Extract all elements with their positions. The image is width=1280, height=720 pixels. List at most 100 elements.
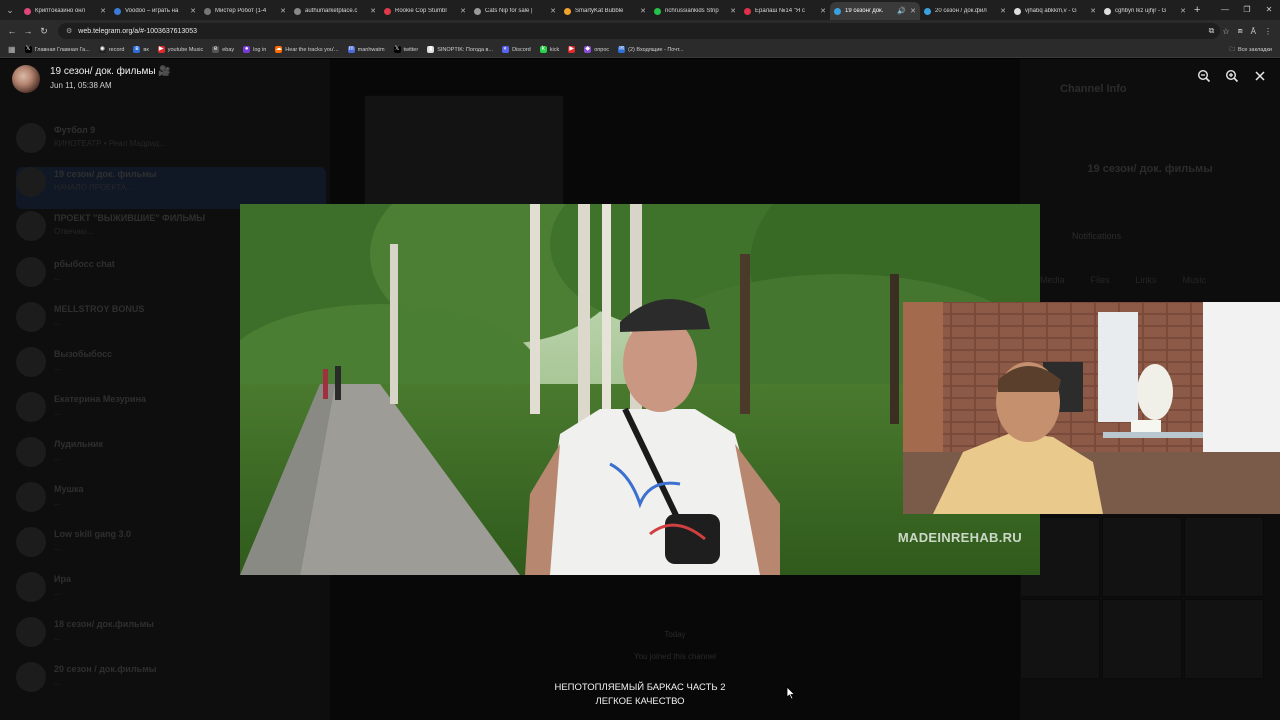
close-tab-icon[interactable]: ✕ <box>1000 7 1006 15</box>
close-tab-icon[interactable]: ✕ <box>460 7 466 15</box>
menu-icon[interactable]: ⋮ <box>1264 27 1272 36</box>
close-tab-icon[interactable]: ✕ <box>550 7 556 15</box>
bookmark-item[interactable]: ◐ Discord <box>502 46 531 53</box>
bookmark-item[interactable]: k kick <box>539 46 559 53</box>
close-tab-icon[interactable]: ✕ <box>280 7 286 15</box>
bookmark-item[interactable]: ▶ youtube Music <box>157 46 203 53</box>
bookmark-label: twitter <box>403 46 419 53</box>
chat-texts: 18 сезон/ док.фильмы... <box>54 617 154 642</box>
reload-icon[interactable]: ↻ <box>36 26 52 37</box>
bookmark-label: опрос <box>594 46 610 53</box>
browser-tab[interactable]: Rookie Cop Stumbl ✕ <box>380 2 470 20</box>
all-bookmarks-button[interactable]: 🗀 Все закладки <box>1229 42 1272 58</box>
chat-title: Екатерина Мезурина <box>54 394 147 404</box>
bookmark-star-icon[interactable]: ☆ <box>1222 27 1229 36</box>
media-thumb <box>1184 599 1264 679</box>
chat-preview: ... <box>54 408 61 417</box>
chat-preview: ... <box>54 273 61 282</box>
chat-preview: ... <box>54 633 61 642</box>
browser-tab[interactable]: richrussiankids Strip ✕ <box>650 2 740 20</box>
login-icon: ● <box>243 46 251 53</box>
bookmark-label: SINOPTIK: Погода в... <box>437 46 494 53</box>
apps-grid-icon[interactable]: ▦ <box>8 45 16 54</box>
close-tab-icon[interactable]: ✕ <box>910 7 916 15</box>
browser-tab[interactable]: Криптоказино онл ✕ <box>20 2 110 20</box>
close-window-icon[interactable]: ✕ <box>1258 0 1280 20</box>
extensions-icon[interactable]: ⧈ <box>1238 26 1243 36</box>
forward-icon[interactable]: → <box>20 26 36 36</box>
chat-preview: Отвечаю... <box>54 227 94 236</box>
bookmark-item[interactable]: m manhwatm <box>347 46 385 53</box>
tab-title: authumarketplace.c <box>305 8 358 14</box>
close-tab-icon[interactable]: ✕ <box>640 7 646 15</box>
browser-tab[interactable]: SmartyKat Bubble ✕ <box>560 2 650 20</box>
bookmark-item[interactable]: ▶ <box>568 46 576 53</box>
caption-line-1: НЕПОТОПЛЯЕМЫЙ БАРКАС ЧАСТЬ 2 <box>554 682 726 693</box>
background-post-image <box>364 95 564 205</box>
bookmark-item[interactable]: ▮ SINOPTIK: Погода в... <box>427 46 493 53</box>
discord-icon: ◐ <box>502 46 510 53</box>
chat-title: Вызобыбосс <box>54 349 113 359</box>
browser-tab[interactable]: 20 сезон / док.фил ✕ <box>920 2 1010 20</box>
close-tab-icon[interactable]: ✕ <box>100 7 106 15</box>
bookmark-item[interactable]: в вк <box>133 46 149 53</box>
bookmark-item[interactable]: ◉ record <box>98 46 124 53</box>
close-viewer-icon[interactable] <box>1252 69 1268 86</box>
browser-tab[interactable]: Ералаш №14 "Я с ✕ <box>740 2 830 20</box>
browser-tab[interactable]: cghbyn lkz ujhjr - G ✕ <box>1100 2 1190 20</box>
tab-favicon-icon <box>204 7 211 15</box>
tab-favicon-icon <box>1014 7 1021 15</box>
tab-favicon-icon <box>654 7 661 15</box>
chat-texts: ПРОЕКТ "ВЫЖИВШИЕ" ФИЛЬМЫ Отвечаю... <box>54 211 205 236</box>
bookmark-item[interactable]: ✉ (2) Входящие - Почт... <box>618 46 684 53</box>
bookmark-item[interactable]: 𝕏 Главная Главная Га... <box>24 46 90 53</box>
chat-texts: 19 сезон/ док. фильмы НАЧАЛО ПРОЕКТА... <box>54 167 156 192</box>
chat-preview: КИНОТЕАТР • Реал Мадрид... <box>54 139 166 148</box>
channel-info-notifications: Notifications <box>1072 231 1122 241</box>
new-tab-button[interactable]: + <box>1194 4 1200 16</box>
vk-icon: в <box>133 46 141 53</box>
tab-favicon-icon <box>564 7 571 15</box>
bookmark-item[interactable]: ● log in <box>243 46 266 53</box>
browser-tab[interactable]: Мистер Робот (1-4 ✕ <box>200 2 290 20</box>
chat-preview: ... <box>54 588 61 597</box>
bookmark-item[interactable]: 𝕏twitter <box>393 46 419 53</box>
zoom-in-icon[interactable] <box>1224 69 1240 86</box>
close-tab-icon[interactable]: ✕ <box>820 7 826 15</box>
soundcloud-icon: ☁ <box>275 46 283 53</box>
tab-title: SmartyKat Bubble <box>575 8 624 14</box>
browser-tab[interactable]: Voodoo – играть на ✕ <box>110 2 200 20</box>
close-tab-icon[interactable]: ✕ <box>1090 7 1096 15</box>
browser-tab[interactable]: 19 сезон/ док. 🔊 ✕ <box>830 2 920 20</box>
bookmark-item[interactable]: e ebay <box>212 46 234 53</box>
bookmark-item[interactable]: ☁ Hear the tracks you'... <box>275 46 339 53</box>
close-tab-icon[interactable]: ✕ <box>370 7 376 15</box>
site-settings-icon[interactable]: ⚙ <box>66 27 72 35</box>
media-sender-title[interactable]: 19 сезон/ док. фильмы 🎥 <box>50 66 171 77</box>
tab-search-icon[interactable]: ⌄ <box>0 0 20 20</box>
tab-links: Links <box>1135 275 1157 285</box>
close-tab-icon[interactable]: ✕ <box>190 7 196 15</box>
url-field[interactable]: ⚙ web.telegram.org/a/#-1003637613053 <box>58 23 1220 39</box>
window-controls: — ❐ ✕ <box>1214 0 1280 20</box>
media-caption: НЕПОТОПЛЯЕМЫЙ БАРКАС ЧАСТЬ 2 ЛЕГКОЕ КАЧЕ… <box>0 681 1280 709</box>
back-icon[interactable]: ← <box>4 26 20 36</box>
close-tab-icon[interactable]: ✕ <box>1180 7 1186 15</box>
avatar <box>16 123 46 153</box>
speaker-icon[interactable]: 🔊 <box>897 7 906 15</box>
sinoptik-icon: ▮ <box>427 46 435 53</box>
browser-tab[interactable]: authumarketplace.c ✕ <box>290 2 380 20</box>
caption-line-2: ЛЕГКОЕ КАЧЕСТВО <box>595 696 685 707</box>
tab-favicon-icon <box>384 7 391 15</box>
maximize-icon[interactable]: ❐ <box>1236 0 1258 20</box>
close-tab-icon[interactable]: ✕ <box>730 7 736 15</box>
install-app-icon[interactable]: ⧉ <box>1209 26 1215 36</box>
bookmark-item[interactable]: ◆ опрос <box>584 46 609 53</box>
zoom-out-icon[interactable] <box>1196 69 1212 86</box>
record-icon: ◉ <box>98 46 106 53</box>
profile-icon[interactable]: Ā <box>1251 27 1256 36</box>
minimize-icon[interactable]: — <box>1214 0 1236 20</box>
browser-tab[interactable]: Cats Nip for sale | ✕ <box>470 2 560 20</box>
browser-tab[interactable]: vjhabq abkkm,v - G ✕ <box>1010 2 1100 20</box>
channel-avatar[interactable] <box>12 65 40 93</box>
